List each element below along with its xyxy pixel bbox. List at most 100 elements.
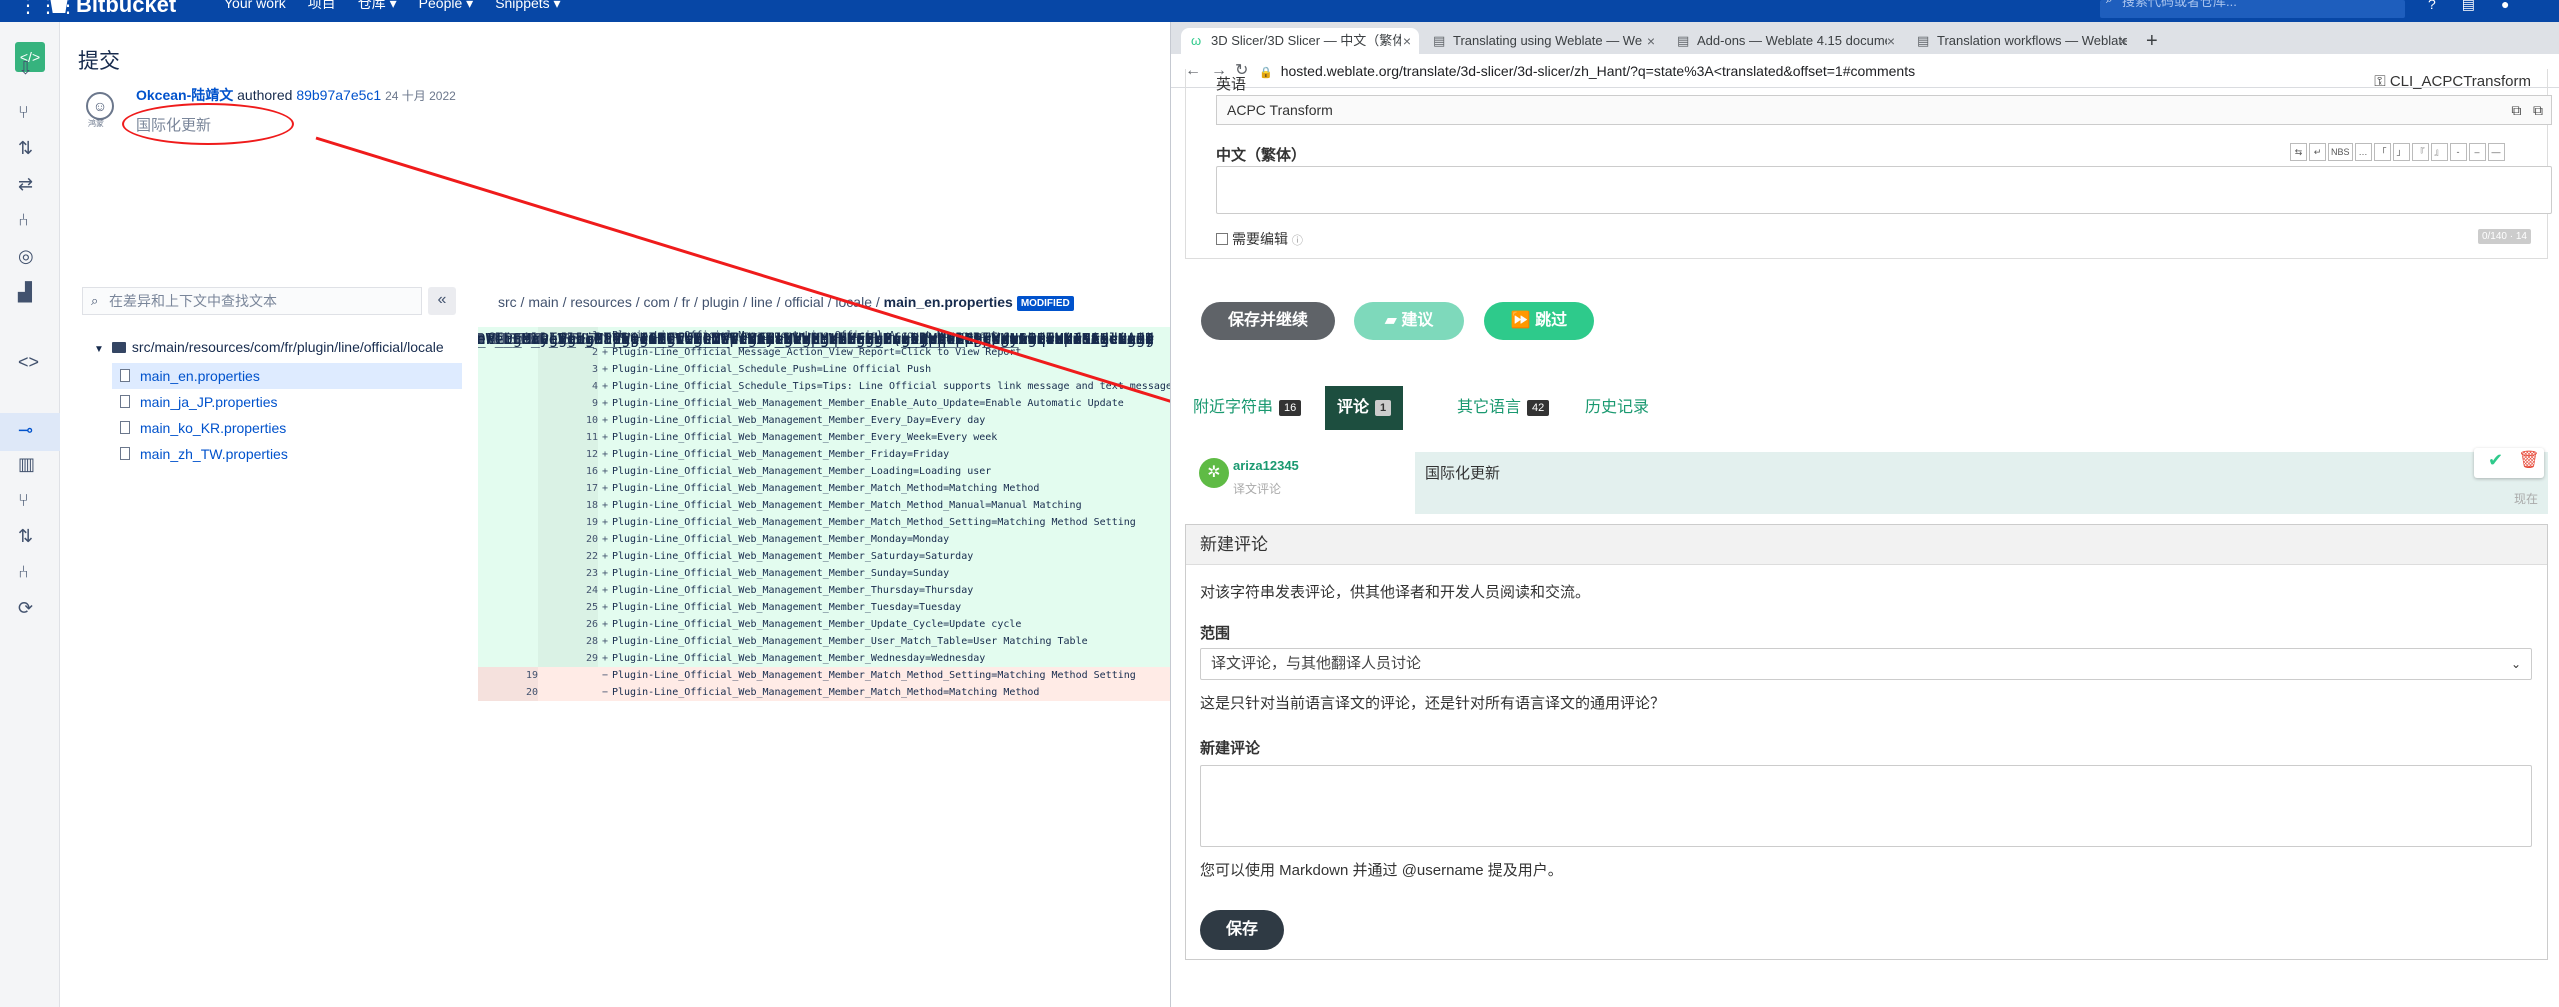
tab-nearby-strings[interactable]: 附近字符串 16 <box>1193 386 1302 430</box>
browser-tab[interactable]: ▤ Translation workflows — Weblate × <box>1907 28 2135 54</box>
diff-line[interactable]: 3 + Plugin-Line_Official_Schedule_Push=Lin… <box>478 361 1170 378</box>
menu-people[interactable]: People ▾ <box>419 0 474 10</box>
diff-line[interactable]: 25 + Plugin-Line_Official_Web_Management_M… <box>478 599 1170 616</box>
compare-icon[interactable]: ⇄ <box>18 174 33 195</box>
file-item[interactable]: main_ja_JP.properties <box>112 389 462 415</box>
resolve-check-icon[interactable]: ✔ <box>2488 450 2503 471</box>
save-continue-button[interactable]: 保存并继续 <box>1201 302 1335 340</box>
collapse-tree-button[interactable]: « <box>428 287 456 315</box>
new-tab-button[interactable]: + <box>2146 28 2158 54</box>
commit-hash-link[interactable]: 89b97a7e5c1 <box>296 87 381 103</box>
tab-comments[interactable]: 评论 1 <box>1325 386 1404 430</box>
diff-line[interactable]: 26 + Plugin-Line_Official_Web_Management_M… <box>478 616 1170 633</box>
skip-button[interactable]: ⏩ 跳过 <box>1484 302 1594 340</box>
browser-tab[interactable]: ω 3D Slicer/3D Slicer — 中文（繁体） × <box>1181 28 1419 54</box>
file-item[interactable]: main_zh_TW.properties <box>112 441 462 467</box>
diff-line[interactable]: 20 − Plugin-Line_Official_Web_Management_M… <box>478 684 1170 701</box>
file-icon <box>120 395 130 408</box>
branch-create-icon[interactable]: ⑂ <box>18 102 29 123</box>
global-search-input[interactable]: ⌕ 搜索代码或者仓库... <box>2100 0 2405 18</box>
browser-tab[interactable]: ▤ Translating using Weblate — Weblate × <box>1423 28 1663 54</box>
tab-history[interactable]: 历史记录 <box>1585 386 1649 430</box>
special-char-button[interactable]: — <box>2487 143 2505 161</box>
close-icon[interactable]: × <box>1887 28 1895 54</box>
chevron-down-icon: ⌄ <box>2510 657 2521 671</box>
doc-icon: ▤ <box>1917 33 1930 48</box>
clone-icon[interactable]: ⇩ <box>18 58 33 79</box>
user-avatar-icon[interactable]: ● <box>2501 0 2509 13</box>
diff-line[interactable]: 4 + Plugin-Line_Official_Schedule_Tips=Tip… <box>478 378 1170 395</box>
diff-line[interactable]: 22 + Plugin-Line_Official_Web_Management_M… <box>478 548 1170 565</box>
diff-line[interactable]: 29 + Plugin-Line_Official_Web_Management_M… <box>478 650 1170 667</box>
diff-line[interactable]: 11 + Plugin-Line_Official_Web_Management_M… <box>478 429 1170 446</box>
browser-tab[interactable]: ▤ Add-ons — Weblate 4.15 documentation × <box>1667 28 1903 54</box>
commits-icon[interactable]: ⊸ <box>18 420 33 441</box>
page-title: 提交 <box>78 50 120 73</box>
help-icon[interactable]: ? <box>2428 0 2436 13</box>
branches-icon[interactable]: ⑂ <box>18 490 29 511</box>
folder-node[interactable]: ▼ src/main/resources/com/fr/plugin/line/o… <box>94 339 444 355</box>
source-icon[interactable]: <> <box>18 352 39 373</box>
comment-user-link[interactable]: ariza12345 <box>1233 458 1299 473</box>
diff-line[interactable]: 24 + Plugin-Line_Official_Web_Management_M… <box>478 582 1170 599</box>
merge-icon[interactable]: ◎ <box>18 246 34 267</box>
diff-line[interactable]: 20 + Plugin-Line_Official_Web_Management_M… <box>478 531 1170 548</box>
pull-request-icon[interactable]: ⇅ <box>18 138 33 159</box>
diff-line[interactable]: 23 + Plugin-Line_Official_Web_Management_M… <box>478 565 1170 582</box>
suggest-button[interactable]: ▰ 建议 <box>1354 302 1464 340</box>
fork-icon[interactable]: ⑃ <box>18 210 29 231</box>
special-char-button[interactable]: 「 <box>2373 143 2391 161</box>
diff-view[interactable]: 1 + Plugin-Line_Official_Management=Line O… <box>478 327 1170 1007</box>
pull-requests-icon[interactable]: ⇅ <box>18 526 33 547</box>
diff-line[interactable]: 9 + Plugin-Line_Official_Web_Management_Me… <box>478 395 1170 412</box>
author-avatar[interactable]: ☺ <box>86 92 114 120</box>
diff-line[interactable]: 1838Plugin-Line_Official_Web_Management_… <box>478 331 1154 348</box>
translation-textarea[interactable] <box>1216 166 2552 214</box>
special-char-button[interactable]: NBS <box>2328 143 2353 161</box>
special-char-button[interactable]: – <box>2468 143 2486 161</box>
diff-line[interactable]: 16 + Plugin-Line_Official_Web_Management_M… <box>478 463 1170 480</box>
diff-code: Plugin-Line_Official_Web_Management_Serv… <box>478 330 1154 348</box>
diff-line[interactable]: 10 + Plugin-Line_Official_Web_Management_M… <box>478 412 1170 429</box>
diff-line[interactable]: 19 − Plugin-Line_Official_Web_Management_M… <box>478 667 1170 684</box>
diff-line[interactable]: 28 + Plugin-Line_Official_Web_Management_M… <box>478 633 1170 650</box>
special-char-button[interactable]: - <box>2449 143 2467 161</box>
special-char-button[interactable]: 『 <box>2411 143 2429 161</box>
delete-trash-icon[interactable]: 🗑 <box>2518 450 2540 470</box>
diff-line[interactable]: 19 + Plugin-Line_Official_Web_Management_M… <box>478 514 1170 531</box>
reports-icon[interactable]: ▥ <box>18 454 35 475</box>
close-icon[interactable]: × <box>1647 28 1655 54</box>
folder-path: src/main/resources/com/fr/plugin/line/of… <box>131 339 444 355</box>
needs-editing-checkbox[interactable]: 需要编辑 ⓘ <box>1216 229 1303 249</box>
menu-repositories[interactable]: 仓库 ▾ <box>358 0 397 10</box>
forks-icon[interactable]: ⑃ <box>18 562 29 583</box>
insights-icon[interactable]: ▟ <box>18 282 32 303</box>
notification-icon[interactable]: ▤ <box>2462 0 2475 13</box>
diff-line[interactable]: 12 + Plugin-Line_Official_Web_Management_M… <box>478 446 1170 463</box>
special-char-button[interactable]: ⇆ <box>2290 143 2307 161</box>
diff-search-input[interactable]: ⌕ 在差异和上下文中查找文本 <box>82 287 422 315</box>
special-char-button[interactable]: ↵ <box>2309 143 2326 161</box>
special-char-button[interactable]: … <box>2354 143 2372 161</box>
tab-other-languages[interactable]: 其它语言 42 <box>1457 386 1550 430</box>
scope-select[interactable]: 译文评论，与其他翻译人员讨论 ⌄ <box>1200 648 2532 680</box>
commit-author-link[interactable]: Okcean-陆靖文 <box>136 87 233 103</box>
close-icon[interactable]: × <box>1403 28 1411 54</box>
bitbucket-logo[interactable]: Bitbucket <box>50 0 176 16</box>
comment-actions: ✔ 🗑 <box>2474 448 2544 478</box>
post-comment-button[interactable]: 保存 <box>1200 910 1284 950</box>
close-icon[interactable]: × <box>2119 28 2127 54</box>
menu-snippets[interactable]: Snippets ▾ <box>495 0 560 10</box>
user-avatar[interactable]: ✲ <box>1199 458 1229 488</box>
comment-textarea[interactable] <box>1200 765 2532 847</box>
menu-projects[interactable]: 项目 <box>308 0 336 10</box>
file-item[interactable]: main_en.properties <box>112 363 462 389</box>
menu-your-work[interactable]: Your work <box>224 0 286 10</box>
file-item[interactable]: main_ko_KR.properties <box>112 415 462 441</box>
diff-line[interactable]: 17 + Plugin-Line_Official_Web_Management_M… <box>478 480 1170 497</box>
copy-icon[interactable]: ⧉ ⧉ <box>2511 96 2543 124</box>
special-char-button[interactable]: 」 <box>2392 143 2410 161</box>
special-char-button[interactable]: 』 <box>2430 143 2448 161</box>
diff-line[interactable]: 18 + Plugin-Line_Official_Web_Management_M… <box>478 497 1170 514</box>
sync-icon[interactable]: ⟳ <box>18 598 33 619</box>
